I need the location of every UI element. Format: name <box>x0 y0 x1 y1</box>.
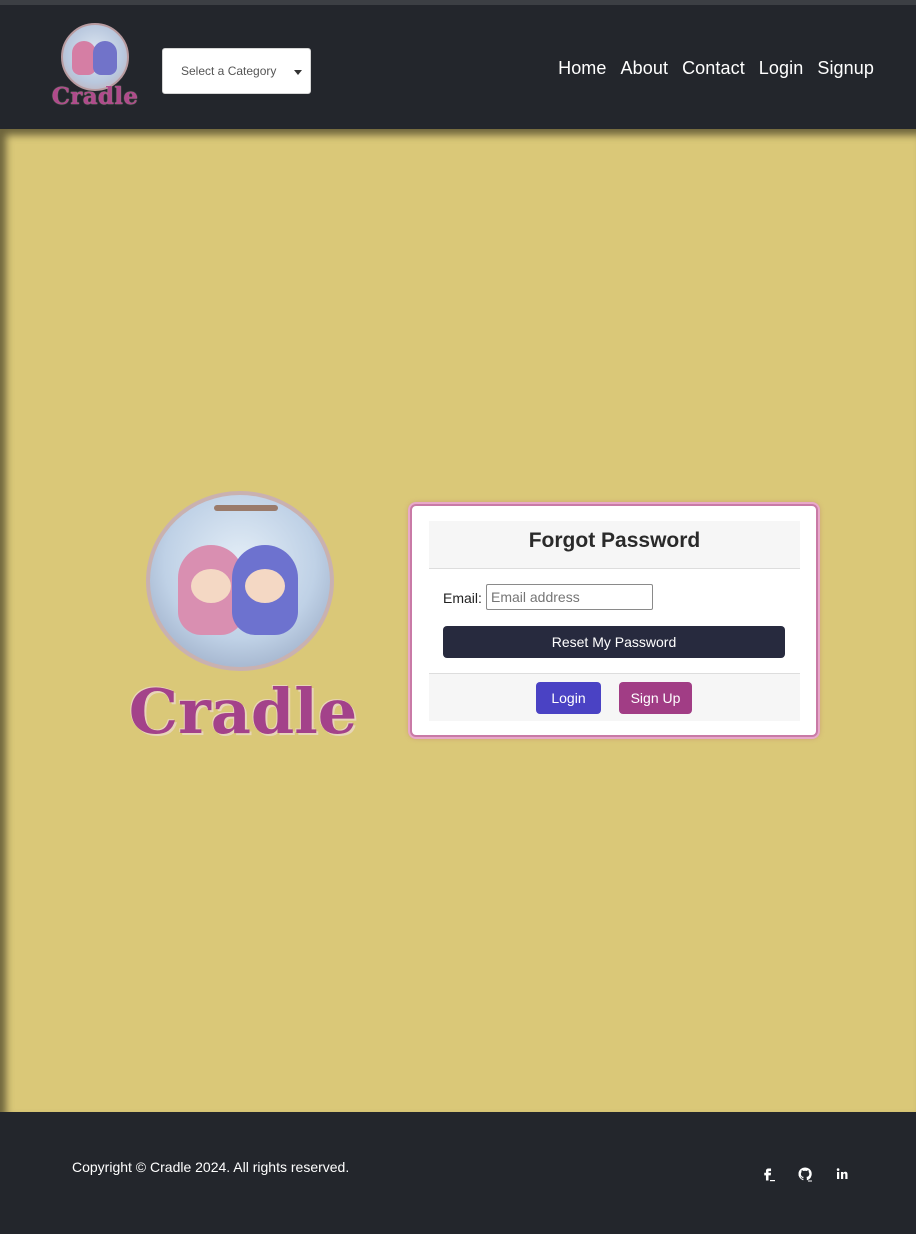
linkedin-icon[interactable] <box>834 1166 850 1182</box>
forgot-password-card: Forgot Password Email: Reset My Password… <box>410 504 818 737</box>
email-label: Email: <box>443 590 482 606</box>
card-title: Forgot Password <box>528 529 701 552</box>
nav-contact-link[interactable]: Contact <box>682 58 745 79</box>
category-select-label: Select a Category <box>181 64 277 78</box>
copyright-text: Copyright © Cradle 2024. All rights rese… <box>72 1159 350 1175</box>
category-select[interactable]: Select a Category <box>162 48 311 94</box>
email-input[interactable] <box>486 584 653 610</box>
main-content: Cradle Forgot Password Email: Reset My P… <box>0 129 916 1112</box>
github-icon[interactable] <box>797 1166 813 1182</box>
hero-logo: Cradle <box>118 489 368 751</box>
nav-about-link[interactable]: About <box>621 58 669 79</box>
hero-logo-text: Cradle <box>128 675 358 748</box>
social-links <box>760 1166 850 1182</box>
card-footer: Login Sign Up <box>429 673 800 721</box>
login-button[interactable]: Login <box>536 682 601 714</box>
navbar: Cradle Select a Category Home About Cont… <box>0 5 916 129</box>
nav-home-link[interactable]: Home <box>558 58 606 79</box>
brand-logo[interactable]: Cradle <box>50 19 140 119</box>
facebook-icon[interactable] <box>760 1166 776 1182</box>
nav-login-link[interactable]: Login <box>759 58 804 79</box>
caret-down-icon <box>294 70 302 75</box>
brand-name: Cradle <box>51 83 139 110</box>
reset-password-button[interactable]: Reset My Password <box>443 626 785 658</box>
footer: Copyright © Cradle 2024. All rights rese… <box>0 1112 916 1234</box>
nav-links: Home About Contact Login Signup <box>558 58 874 79</box>
card-header: Forgot Password <box>429 521 800 569</box>
nav-signup-link[interactable]: Signup <box>817 58 874 79</box>
signup-button[interactable]: Sign Up <box>619 682 692 714</box>
brand-logo-image <box>61 23 129 91</box>
baby-mobile-icon <box>214 505 278 511</box>
